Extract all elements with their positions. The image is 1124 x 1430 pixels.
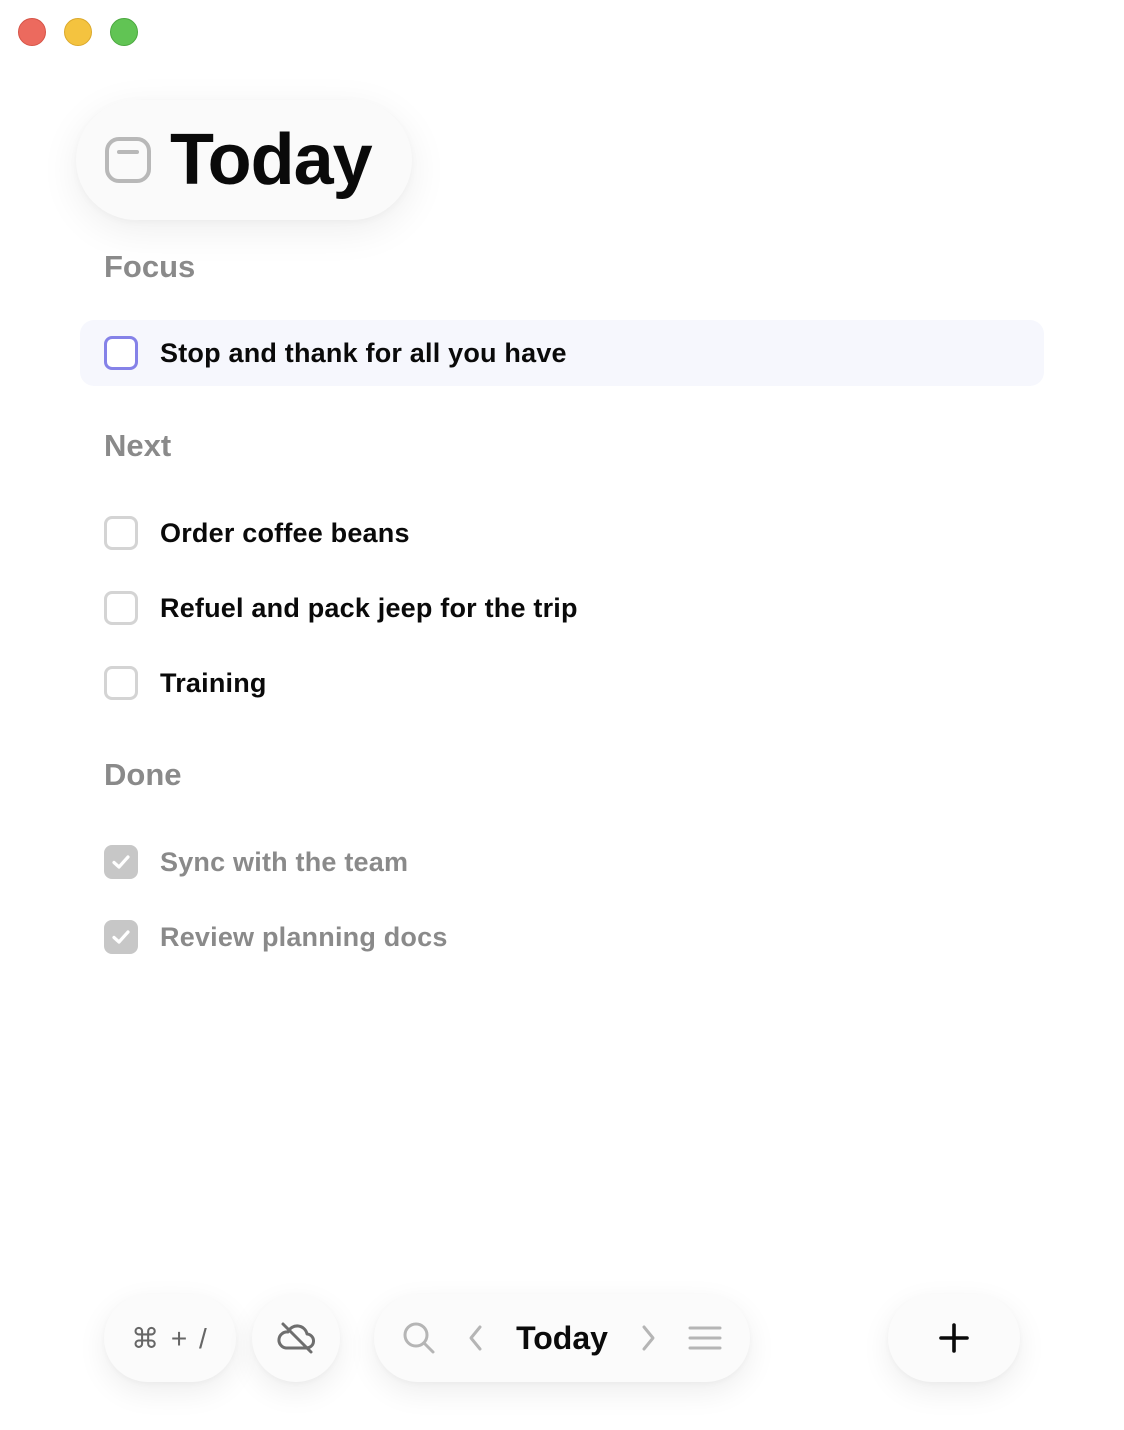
navigation-bar: Today [374, 1294, 750, 1382]
task-label: Sync with the team [160, 846, 409, 877]
menu-icon[interactable] [688, 1325, 722, 1351]
plus-icon [939, 1323, 969, 1353]
section-header-next: Next [104, 428, 172, 463]
minimize-window-button[interactable] [64, 18, 92, 46]
task-item[interactable]: Refuel and pack jeep for the trip [80, 575, 1044, 641]
task-checkbox[interactable] [104, 845, 138, 879]
command-shortcut-button[interactable]: ⌘ + / [104, 1294, 236, 1382]
window-controls [18, 18, 138, 46]
task-item[interactable]: Review planning docs [80, 904, 1044, 970]
task-label: Refuel and pack jeep for the trip [160, 592, 578, 623]
close-window-button[interactable] [18, 18, 46, 46]
zoom-window-button[interactable] [110, 18, 138, 46]
add-task-button[interactable] [888, 1294, 1020, 1382]
task-label: Order coffee beans [160, 517, 410, 548]
checkmark-icon [112, 855, 130, 869]
task-label: Review planning docs [160, 921, 448, 952]
app-window: Today Focus Stop and thank for all you h… [0, 0, 1124, 1430]
task-label: Training [160, 667, 267, 698]
task-checkbox[interactable] [104, 666, 138, 700]
task-item[interactable]: Training [80, 650, 1044, 716]
current-view-title[interactable]: Today [516, 1320, 608, 1357]
task-checkbox[interactable] [104, 920, 138, 954]
checkmark-icon [112, 930, 130, 944]
chevron-right-icon[interactable] [639, 1324, 657, 1352]
task-item[interactable]: Stop and thank for all you have [80, 320, 1044, 386]
cloud-off-icon [275, 1321, 317, 1355]
task-item[interactable]: Sync with the team [80, 829, 1044, 895]
shortcut-label: ⌘ + / [131, 1322, 209, 1354]
chevron-left-icon[interactable] [467, 1324, 485, 1352]
task-checkbox[interactable] [104, 591, 138, 625]
section-header-focus: Focus [104, 249, 196, 284]
task-checkbox[interactable] [104, 336, 138, 370]
task-checkbox[interactable] [104, 516, 138, 550]
page-title: Today [170, 120, 373, 200]
task-item[interactable]: Order coffee beans [80, 500, 1044, 566]
task-label: Stop and thank for all you have [160, 337, 567, 368]
search-icon[interactable] [402, 1321, 436, 1355]
today-icon [104, 136, 152, 184]
page-title-pill: Today [76, 100, 412, 220]
section-header-done: Done [104, 757, 182, 792]
sync-button[interactable] [252, 1294, 340, 1382]
